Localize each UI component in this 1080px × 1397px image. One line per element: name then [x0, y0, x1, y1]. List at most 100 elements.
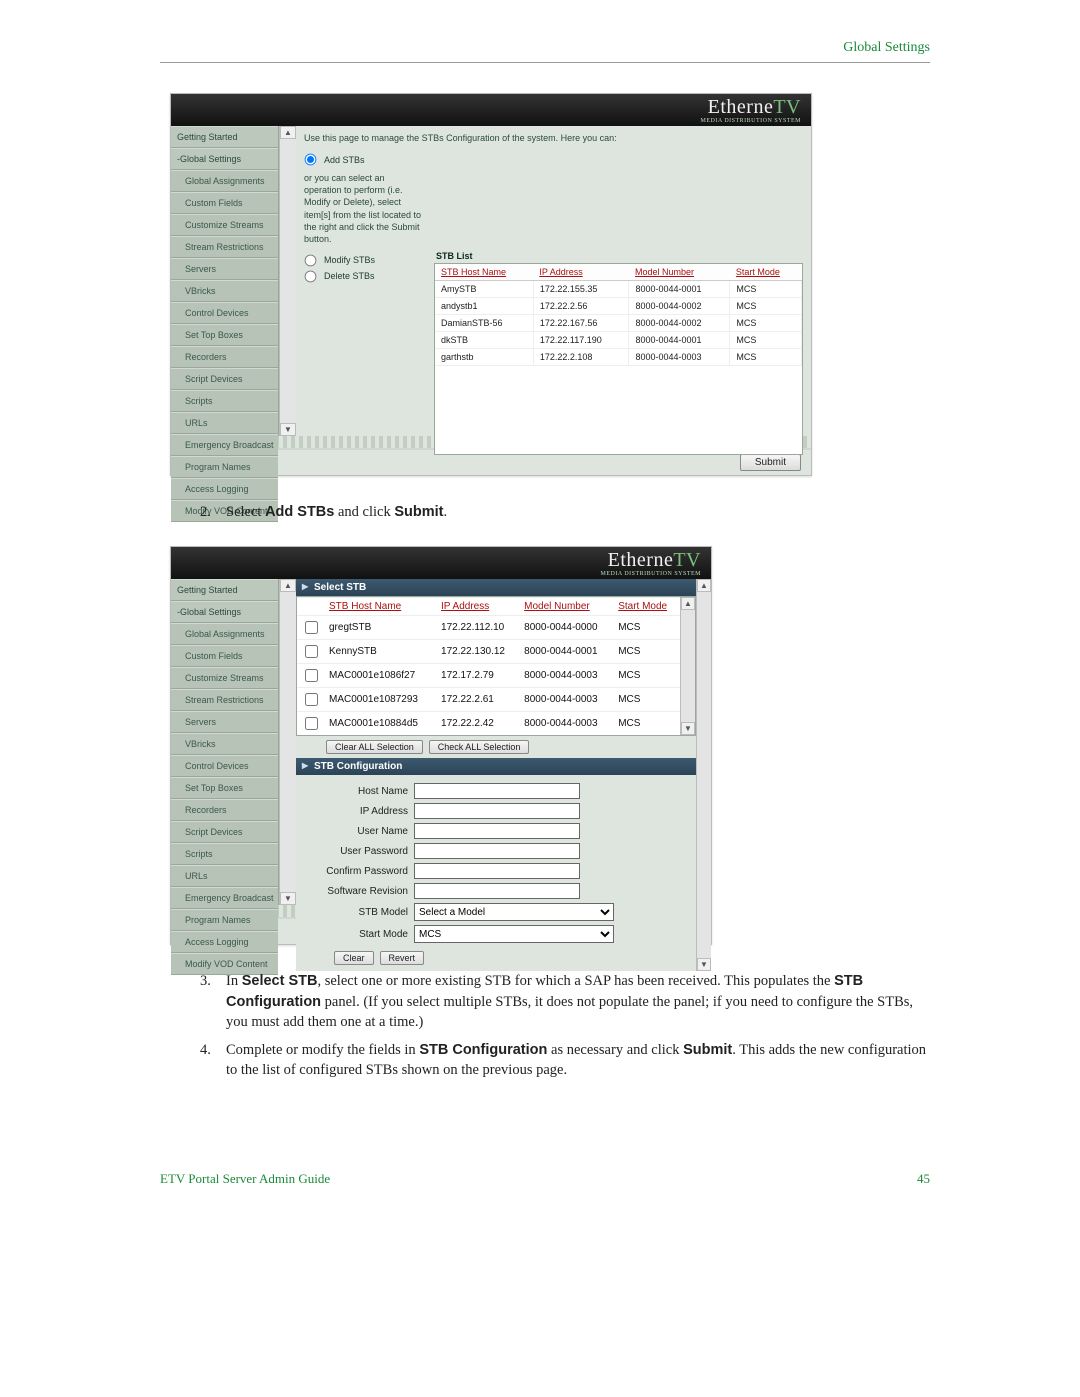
sidebar-item[interactable]: -Global Settings	[171, 601, 278, 623]
field-user-password: User Password	[304, 843, 688, 859]
column-header[interactable]: Start Mode	[614, 598, 680, 616]
sidebar-item[interactable]: URLs	[171, 412, 278, 434]
table-row[interactable]: andystb1172.22.2.568000-0044-0002MCS	[435, 297, 802, 314]
field-confirm-password: Confirm Password	[304, 863, 688, 879]
submit-button[interactable]: Submit	[740, 454, 801, 471]
revert-button[interactable]: Revert	[380, 951, 425, 965]
row-checkbox[interactable]	[305, 645, 318, 658]
radio-delete-stbs[interactable]: Delete STBs	[304, 270, 424, 283]
row-checkbox[interactable]	[305, 693, 318, 706]
scroll-down-icon[interactable]: ▼	[681, 722, 695, 735]
sidebar-item[interactable]: Getting Started	[171, 579, 278, 601]
sidebar-item[interactable]: Custom Fields	[171, 192, 278, 214]
row-checkbox[interactable]	[305, 669, 318, 682]
sidebar-item[interactable]: Getting Started	[171, 126, 278, 148]
column-header[interactable]: Model Number	[629, 264, 730, 281]
clear-button[interactable]: Clear	[334, 951, 374, 965]
sidebar-item[interactable]: Scripts	[171, 843, 278, 865]
sidebar-scrollbar[interactable]: ▲ ▼	[279, 126, 296, 436]
check-all-button[interactable]: Check ALL Selection	[429, 740, 530, 754]
step-4: 4. Complete or modify the fields in STB …	[200, 1040, 930, 1081]
sidebar-item[interactable]: -Global Settings	[171, 148, 278, 170]
scroll-up-icon[interactable]: ▲	[280, 579, 296, 592]
table-row[interactable]: garthstb172.22.2.1088000-0044-0003MCS	[435, 348, 802, 365]
sidebar-item[interactable]: Servers	[171, 711, 278, 733]
input-user-name[interactable]	[414, 823, 580, 839]
sidebar-item[interactable]: Recorders	[171, 346, 278, 368]
main-scrollbar[interactable]: ▲ ▼	[696, 579, 711, 971]
radio-modify-label: Modify STBs	[324, 255, 375, 265]
sidebar-item[interactable]: Script Devices	[171, 821, 278, 843]
scroll-down-icon[interactable]: ▼	[280, 423, 296, 436]
table-row[interactable]: AmySTB172.22.155.358000-0044-0001MCS	[435, 280, 802, 297]
main-pane-2: Select STB STB Host NameIP AddressModel …	[296, 579, 711, 905]
input-confirm-password[interactable]	[414, 863, 580, 879]
select-stb-model[interactable]: Select a Model	[414, 903, 614, 921]
sidebar-item[interactable]: Recorders	[171, 799, 278, 821]
table-row[interactable]: KennySTB172.22.130.128000-0044-0001MCS	[297, 640, 680, 664]
sidebar-item[interactable]: Access Logging	[171, 931, 278, 953]
sidebar-item[interactable]: Script Devices	[171, 368, 278, 390]
sidebar-item[interactable]: Emergency Broadcast	[171, 887, 278, 909]
radio-add-stbs[interactable]: Add STBs	[304, 153, 424, 166]
column-header[interactable]: IP Address	[533, 264, 629, 281]
list-scrollbar[interactable]: ▲ ▼	[680, 597, 695, 735]
scroll-up-icon[interactable]: ▲	[681, 597, 695, 610]
input-ip-address[interactable]	[414, 803, 580, 819]
sidebar-item[interactable]: Emergency Broadcast	[171, 434, 278, 456]
sidebar-item[interactable]: Scripts	[171, 390, 278, 412]
scroll-down-icon[interactable]: ▼	[697, 958, 711, 971]
sidebar-item[interactable]: Stream Restrictions	[171, 236, 278, 258]
column-header[interactable]: Start Mode	[730, 264, 802, 281]
instruction-text: Use this page to manage the STBs Configu…	[304, 132, 803, 144]
column-header[interactable]: IP Address	[437, 598, 520, 616]
table-row[interactable]: DamianSTB-56172.22.167.568000-0044-0002M…	[435, 314, 802, 331]
sidebar-item[interactable]: Customize Streams	[171, 214, 278, 236]
column-header[interactable]: STB Host Name	[435, 264, 533, 281]
sidebar-item[interactable]: Global Assignments	[171, 623, 278, 645]
scroll-up-icon[interactable]: ▲	[697, 579, 711, 592]
column-header[interactable]: Model Number	[520, 598, 614, 616]
scroll-up-icon[interactable]: ▲	[280, 126, 296, 139]
radio-modify-input[interactable]	[305, 255, 317, 267]
sidebar-item[interactable]: Stream Restrictions	[171, 689, 278, 711]
table-row[interactable]: MAC0001e10884d5172.22.2.428000-0044-0003…	[297, 712, 680, 736]
clear-all-button[interactable]: Clear ALL Selection	[326, 740, 423, 754]
footer-guide-title: ETV Portal Server Admin Guide	[160, 1171, 330, 1187]
table-row[interactable]: dkSTB172.22.117.1908000-0044-0001MCS	[435, 331, 802, 348]
radio-delete-input[interactable]	[305, 271, 317, 283]
sidebar-item[interactable]: Control Devices	[171, 302, 278, 324]
radio-modify-stbs[interactable]: Modify STBs	[304, 254, 424, 267]
sidebar-item[interactable]: VBricks	[171, 733, 278, 755]
sidebar-scrollbar-2[interactable]: ▲ ▼	[279, 579, 296, 905]
step-3: 3. In Select STB, select one or more exi…	[200, 971, 930, 1032]
select-stb-header[interactable]: Select STB	[296, 579, 696, 596]
sidebar-item[interactable]: Program Names	[171, 909, 278, 931]
input-user-password[interactable]	[414, 843, 580, 859]
radio-add-input[interactable]	[305, 154, 317, 166]
table-row[interactable]: MAC0001e1087293172.22.2.618000-0044-0003…	[297, 688, 680, 712]
sidebar-item[interactable]: Set Top Boxes	[171, 777, 278, 799]
sidebar-item[interactable]: Control Devices	[171, 755, 278, 777]
sidebar-item[interactable]: Set Top Boxes	[171, 324, 278, 346]
sidebar-item[interactable]: Access Logging	[171, 478, 278, 500]
sidebar-item[interactable]: Servers	[171, 258, 278, 280]
input-software-revision[interactable]	[414, 883, 580, 899]
sidebar-item[interactable]: VBricks	[171, 280, 278, 302]
input-host-name[interactable]	[414, 783, 580, 799]
table-row[interactable]: MAC0001e1086f27172.17.2.798000-0044-0003…	[297, 664, 680, 688]
row-checkbox[interactable]	[305, 621, 318, 634]
sidebar-item[interactable]: Program Names	[171, 456, 278, 478]
sidebar-item[interactable]: URLs	[171, 865, 278, 887]
column-header[interactable]: STB Host Name	[325, 598, 437, 616]
scroll-down-icon[interactable]: ▼	[280, 892, 296, 905]
sidebar-item[interactable]: Customize Streams	[171, 667, 278, 689]
sidebar-item[interactable]: Global Assignments	[171, 170, 278, 192]
table-row[interactable]: gregtSTB172.22.112.108000-0044-0000MCS	[297, 616, 680, 640]
row-checkbox[interactable]	[305, 717, 318, 730]
select-start-mode[interactable]: MCS	[414, 925, 614, 943]
app-banner: EtherneTV MEDIA DISTRIBUTION SYSTEM	[171, 94, 811, 126]
sidebar-item[interactable]: Custom Fields	[171, 645, 278, 667]
stb-config-header[interactable]: STB Configuration	[296, 758, 696, 775]
app-banner-2: EtherneTV MEDIA DISTRIBUTION SYSTEM	[171, 547, 711, 579]
